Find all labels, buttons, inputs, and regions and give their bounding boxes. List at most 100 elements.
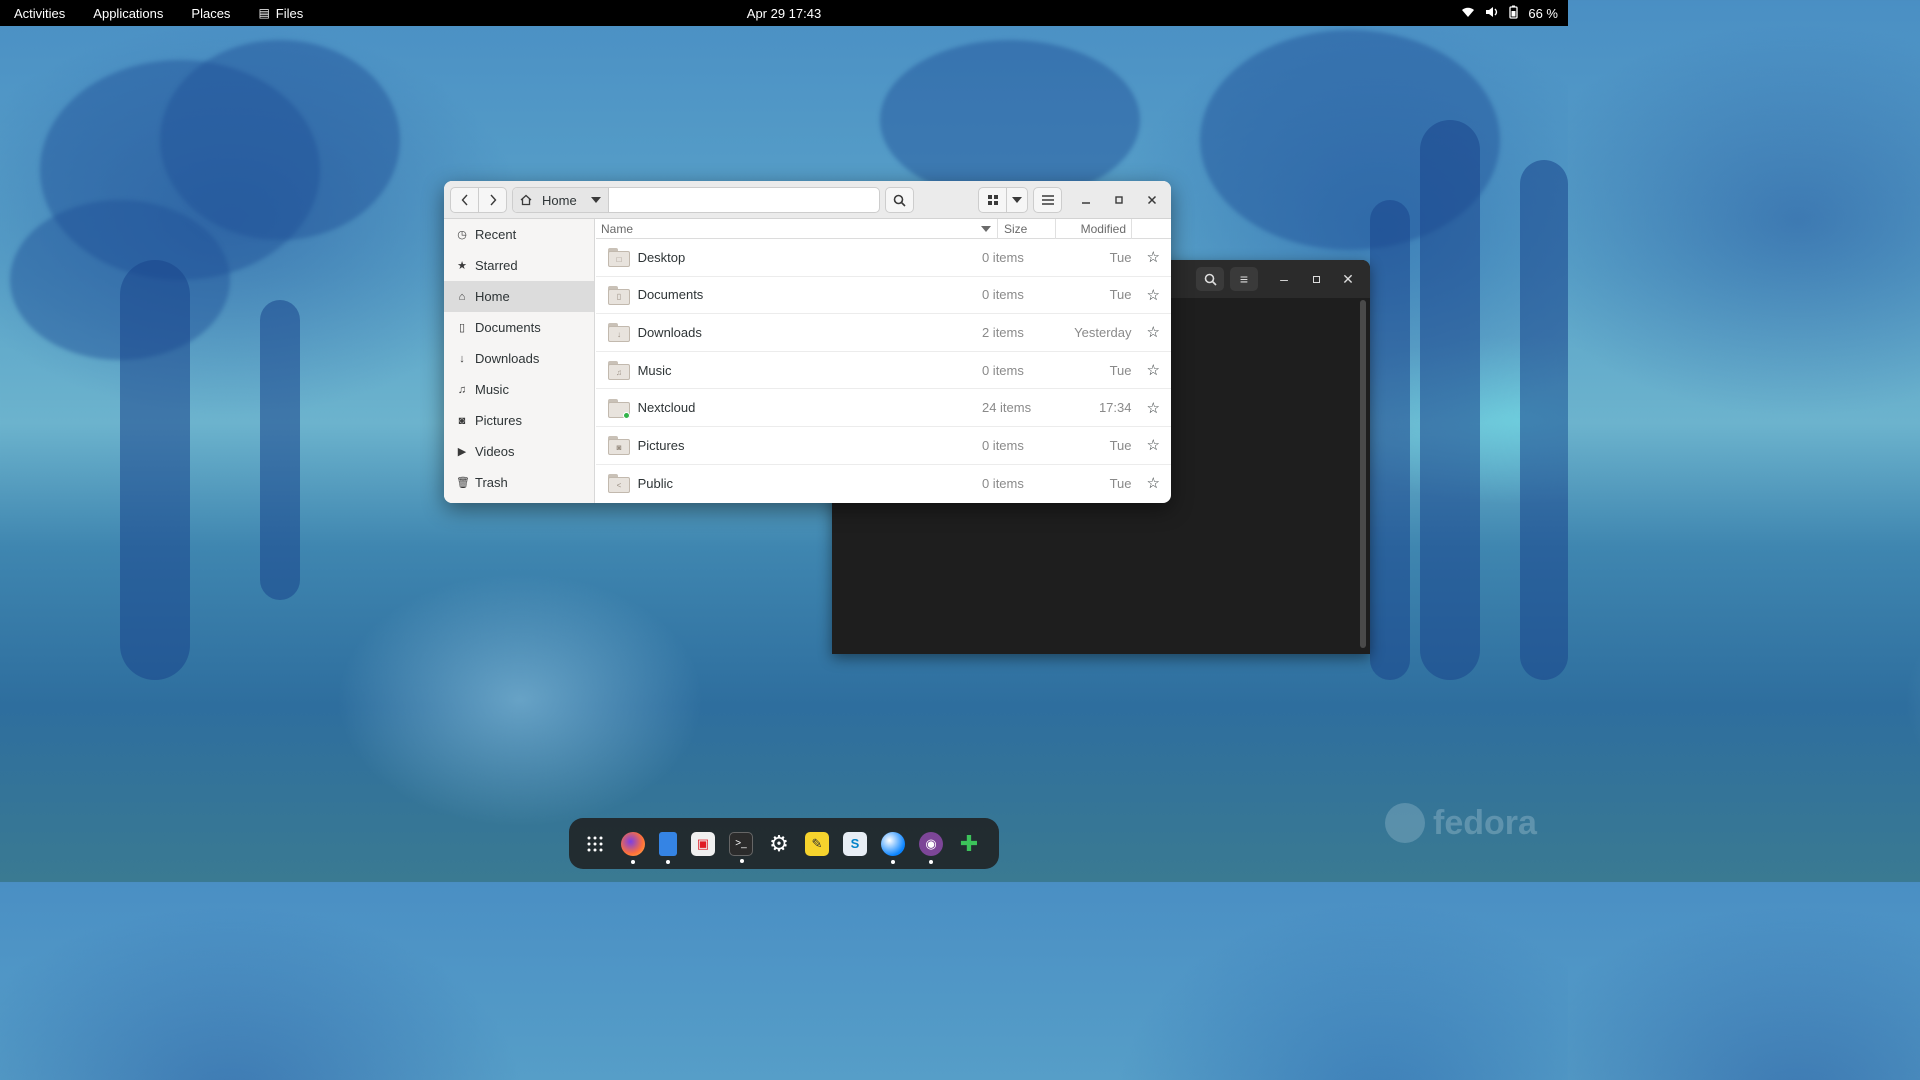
column-modified[interactable]: Modified <box>1056 218 1132 239</box>
sidebar-item-label: Music <box>475 382 509 397</box>
maximize-icon <box>1312 275 1320 283</box>
app-menu-files[interactable]: ▤ Files <box>244 0 317 26</box>
terminal-maximize-button[interactable] <box>1306 267 1326 291</box>
document-icon: ▯ <box>458 322 466 334</box>
tor-browser-icon[interactable]: ◉ <box>919 831 943 864</box>
files-icon[interactable] <box>659 831 677 864</box>
camera-icon: ◙ <box>458 414 466 427</box>
sidebar-item-home[interactable]: ⌂ Home <box>444 281 594 312</box>
view-options-button[interactable] <box>1006 187 1028 213</box>
chevron-down-icon <box>1012 197 1022 203</box>
sidebar-item-label: Home <box>475 289 510 304</box>
table-row[interactable]: ▯ Documents 0 items Tue ☆ <box>596 277 1171 315</box>
sidebar-item-recent[interactable]: ◷ Recent <box>444 219 594 250</box>
minimize-button[interactable] <box>1076 187 1096 213</box>
nextcloud-icon[interactable]: S <box>843 831 867 856</box>
software-icon[interactable]: ▣ <box>691 831 715 856</box>
close-icon <box>1147 195 1157 205</box>
table-row[interactable]: Nextcloud 24 items 17:34 ☆ <box>596 389 1171 427</box>
sidebar-item-starred[interactable]: ★ Starred <box>444 250 594 281</box>
system-tray[interactable]: 66 % <box>1461 0 1558 26</box>
sidebar-item-label: Documents <box>475 320 541 335</box>
column-size[interactable]: Size <box>998 218 1056 239</box>
folder-public-icon: < <box>608 474 630 494</box>
wifi-icon <box>1461 6 1475 21</box>
path-bar[interactable]: Home <box>512 187 880 213</box>
file-list: Name Size Modified □ Desktop 0 items Tue… <box>596 218 1171 503</box>
thunderbird-icon[interactable] <box>881 831 905 864</box>
terminal-icon[interactable]: >_ <box>729 831 753 863</box>
sidebar-item-label: Trash <box>475 475 508 490</box>
activities-button[interactable]: Activities <box>0 0 79 26</box>
sidebar-item-documents[interactable]: ▯ Documents <box>444 312 594 343</box>
star-toggle-icon[interactable]: ☆ <box>1135 323 1171 341</box>
volume-icon <box>1485 6 1499 21</box>
file-modified: Tue <box>1109 249 1132 265</box>
file-size: 0 items <box>981 362 1024 378</box>
sidebar-item-label: Starred <box>475 258 518 273</box>
sidebar-item-trash[interactable]: 🗑 Trash <box>444 467 594 498</box>
hamburger-icon: ≡ <box>1239 271 1249 287</box>
app-grid-icon[interactable] <box>583 832 607 856</box>
dash-dock: ▣ >_ ⚙ ✎ S ◉ ✚ <box>569 818 999 869</box>
star-toggle-icon[interactable]: ☆ <box>1135 436 1171 454</box>
star-toggle-icon[interactable]: ☆ <box>1135 248 1171 266</box>
column-name-label: Name <box>601 221 634 236</box>
table-row[interactable]: ↓ Downloads 2 items Yesterday ☆ <box>596 314 1171 352</box>
view-grid-button[interactable] <box>978 187 1007 213</box>
star-toggle-icon[interactable]: ☆ <box>1135 474 1171 492</box>
folder-documents-icon: ▯ <box>608 285 630 305</box>
terminal-close-button[interactable]: ✕ <box>1338 267 1358 291</box>
forward-button[interactable] <box>478 187 507 213</box>
search-icon <box>893 194 906 207</box>
sidebar-item-videos[interactable]: ▶ Videos <box>444 436 594 467</box>
file-name: Documents <box>637 287 704 303</box>
music-icon: ♫ <box>457 383 467 396</box>
firefox-icon[interactable] <box>621 831 645 864</box>
file-modified: Tue <box>1109 437 1132 453</box>
file-modified: Tue <box>1109 287 1132 303</box>
places-menu[interactable]: Places <box>177 0 244 26</box>
download-icon: ↓ <box>459 352 465 365</box>
applications-menu[interactable]: Applications <box>79 0 177 26</box>
folder-pictures-icon: ◙ <box>608 436 630 456</box>
path-home-button[interactable]: Home <box>513 188 609 212</box>
chevron-down-icon <box>590 197 601 203</box>
file-size: 0 items <box>981 437 1024 453</box>
sidebar-item-label: Recent <box>475 227 517 242</box>
files-window[interactable]: Home ◷ Recent ★ Starred ⌂ Home ▯ Document <box>444 181 1171 503</box>
text-editor-icon[interactable]: ✎ <box>805 831 829 856</box>
star-toggle-icon[interactable]: ☆ <box>1135 361 1171 379</box>
sidebar-item-music[interactable]: ♫ Music <box>444 374 594 405</box>
main-menu-button[interactable] <box>1033 187 1062 213</box>
sidebar-item-label: Downloads <box>475 351 540 366</box>
terminal-search-button[interactable] <box>1196 267 1224 291</box>
table-row[interactable]: < Public 0 items Tue ☆ <box>596 465 1171 503</box>
terminal-scrollbar[interactable] <box>1360 300 1366 648</box>
extensions-icon[interactable]: ✚ <box>957 831 981 856</box>
table-row[interactable]: □ Desktop 0 items Tue ☆ <box>596 239 1171 277</box>
video-icon: ▶ <box>457 446 467 458</box>
folder-music-icon: ♫ <box>608 361 630 381</box>
search-button[interactable] <box>885 187 914 213</box>
table-row[interactable]: ♫ Music 0 items Tue ☆ <box>596 352 1171 390</box>
minimize-icon: – <box>1280 271 1288 287</box>
path-home-label: Home <box>542 192 577 208</box>
sort-descending-icon <box>981 225 991 232</box>
sync-ok-badge-icon <box>623 411 630 419</box>
settings-icon[interactable]: ⚙ <box>767 831 791 856</box>
close-button[interactable] <box>1142 187 1162 213</box>
maximize-icon <box>1115 196 1123 204</box>
terminal-minimize-button[interactable]: – <box>1274 267 1294 291</box>
maximize-button[interactable] <box>1109 187 1129 213</box>
terminal-menu-button[interactable]: ≡ <box>1230 267 1258 291</box>
column-name[interactable]: Name <box>596 218 998 239</box>
star-toggle-icon[interactable]: ☆ <box>1135 286 1171 304</box>
back-button[interactable] <box>450 187 479 213</box>
sidebar-item-label: Videos <box>475 444 515 459</box>
clock[interactable]: Apr 29 17:43 <box>747 0 821 26</box>
sidebar-item-downloads[interactable]: ↓ Downloads <box>444 343 594 374</box>
star-toggle-icon[interactable]: ☆ <box>1135 399 1171 417</box>
sidebar-item-pictures[interactable]: ◙ Pictures <box>444 405 594 436</box>
table-row[interactable]: ◙ Pictures 0 items Tue ☆ <box>596 427 1171 465</box>
